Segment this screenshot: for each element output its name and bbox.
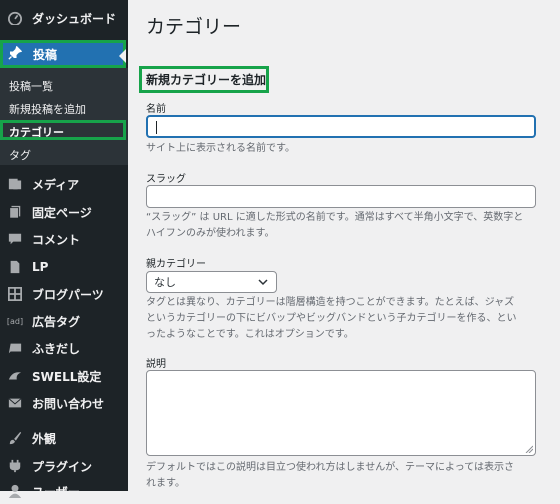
brush-icon — [7, 430, 23, 446]
sidebar-item-label: ふきだし — [32, 341, 81, 356]
slug-description-line2: ハイフンのみが使われます。 — [146, 228, 275, 239]
sidebar-item-label: LP — [32, 260, 49, 274]
section-heading: 新規カテゴリーを追加 — [146, 73, 267, 87]
sidebar-item-posts[interactable]: 投稿 — [0, 40, 126, 68]
sidebar-item-speech-bubble[interactable]: ふきだし — [0, 335, 128, 361]
sidebar-item-pages[interactable]: 固定ページ — [0, 199, 128, 225]
user-icon — [7, 483, 23, 499]
sidebar-item-label: メディア — [32, 177, 80, 192]
ad-icon: [ad] — [6, 316, 24, 326]
chevron-down-icon — [258, 279, 268, 286]
sidebar-item-dashboard[interactable]: ダッシュボード — [0, 5, 128, 31]
parent-description-line3: ったようなことです。これはオプションです。 — [146, 329, 354, 340]
submenu-item-add-new[interactable]: 新規投稿を追加 — [9, 101, 86, 117]
description-label: 説明 — [146, 359, 166, 370]
speech-bubble-icon — [7, 340, 23, 356]
description-textarea[interactable] — [146, 370, 536, 456]
resize-handle-icon[interactable] — [525, 445, 533, 453]
sidebar-item-label: お問い合わせ — [32, 396, 105, 411]
sidebar-item-swell-settings[interactable]: SWELL設定 — [0, 363, 128, 389]
mail-icon — [7, 395, 23, 411]
name-description: サイト上に表示される名前です。 — [146, 143, 295, 154]
select-value: なし — [154, 276, 176, 289]
sidebar-item-users[interactable]: ユーザー — [0, 478, 128, 504]
sidebar-item-label: 広告タグ — [32, 314, 81, 329]
sidebar-item-appearance[interactable]: 外観 — [0, 425, 128, 451]
sidebar-item-label: 投稿 — [33, 47, 58, 62]
media-icon — [7, 176, 23, 192]
sidebar-item-contact[interactable]: お問い合わせ — [0, 390, 128, 416]
description-help-line1: デフォルトではこの説明は目立つ使われ方はしませんが、テーマによっては表示さ — [146, 462, 514, 473]
slug-input[interactable] — [146, 185, 536, 208]
name-label: 名前 — [146, 104, 166, 115]
sidebar-item-media[interactable]: メディア — [0, 171, 128, 197]
slug-label: スラッグ — [146, 174, 186, 185]
sidebar-item-label: 固定ページ — [32, 205, 92, 220]
pages-icon — [7, 204, 23, 220]
dashboard-icon — [7, 10, 23, 26]
highlight-box — [0, 120, 126, 140]
submenu-item-tags[interactable]: タグ — [9, 147, 31, 163]
sidebar-item-label: プラグイン — [32, 459, 93, 474]
plug-icon — [7, 458, 23, 474]
description-help-line2: れます。 — [146, 478, 185, 489]
page-title: カテゴリー — [146, 16, 242, 38]
admin-sidebar: ダッシュボード 投稿 投稿一覧 新規投稿を追加 カテゴリー タグ メディア 固定… — [0, 0, 128, 499]
document-icon — [7, 259, 23, 275]
sidebar-item-label: コメント — [32, 232, 81, 247]
pin-icon — [8, 45, 24, 62]
parent-description-line2: というカテゴリーの下にビバップやビッグバンドという子カテゴリーを作る、とい — [146, 313, 517, 324]
grid-icon — [7, 286, 23, 302]
sidebar-item-label: ダッシュボード — [32, 11, 117, 26]
parent-category-select[interactable]: なし — [146, 271, 277, 293]
parent-label: 親カテゴリー — [146, 259, 206, 270]
sidebar-item-blog-parts[interactable]: ブログパーツ — [0, 281, 128, 307]
slug-description-line1: “スラッグ” は URL に適した形式の名前です。通常はすべて半角小文字で、英数… — [146, 212, 524, 223]
sidebar-item-ad-tags[interactable]: [ad] 広告タグ — [0, 308, 128, 334]
sidebar-item-plugins[interactable]: プラグイン — [0, 453, 128, 479]
current-arrow — [119, 49, 126, 63]
submenu-item-all-posts[interactable]: 投稿一覧 — [9, 78, 53, 94]
comments-icon — [7, 231, 23, 247]
name-input[interactable] — [146, 115, 536, 138]
parent-description-line1: タグとは異なり、カテゴリーは階層構造を持つことができます。たとえば、ジャズ — [146, 297, 515, 308]
sidebar-item-label: SWELL設定 — [32, 369, 102, 384]
sidebar-item-label: ユーザー — [32, 484, 80, 499]
swell-icon — [7, 368, 23, 384]
text-caret — [156, 121, 157, 134]
sidebar-item-label: ブログパーツ — [32, 287, 104, 302]
sidebar-item-lp[interactable]: LP — [0, 254, 128, 280]
sidebar-item-label: 外観 — [32, 431, 57, 446]
sidebar-item-comments[interactable]: コメント — [0, 226, 128, 252]
